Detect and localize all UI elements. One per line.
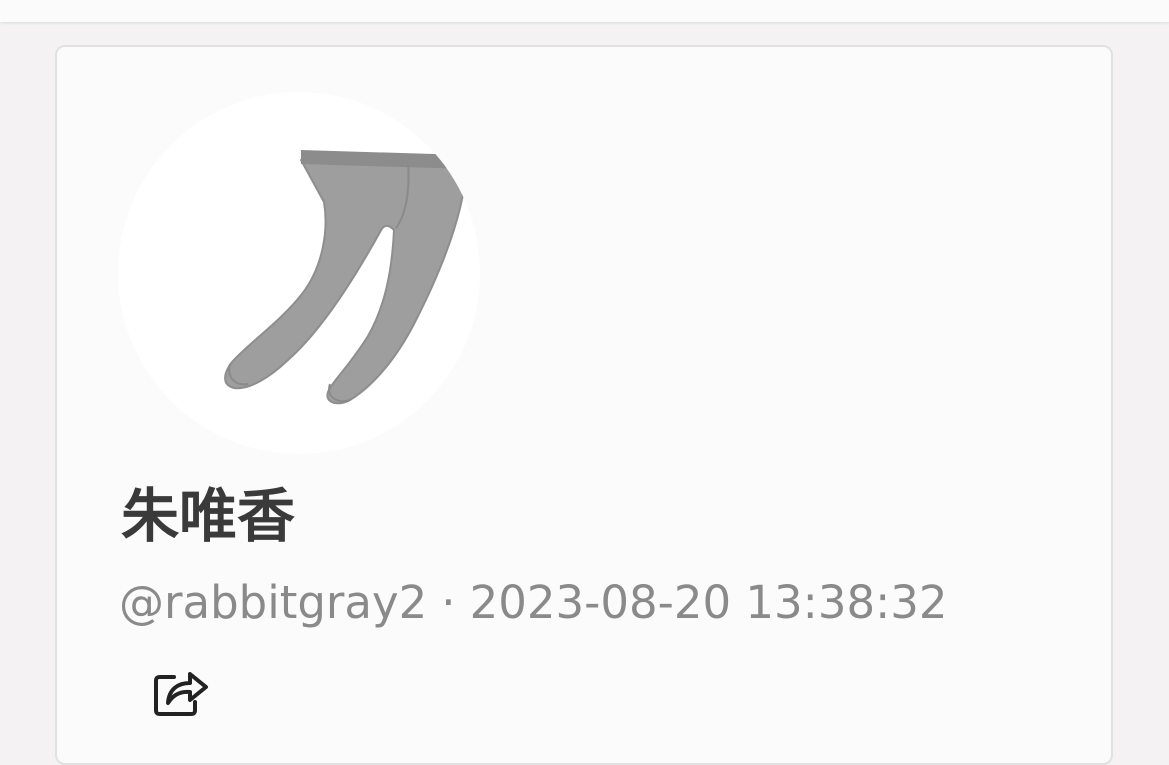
share-icon [154, 672, 208, 716]
author-name: 朱唯香 [121, 482, 296, 550]
tights-icon [224, 150, 468, 405]
meta-separator: · [441, 576, 456, 629]
top-bar [0, 0, 1169, 22]
post-meta: @rabbitgray2 · 2023-08-20 13:38:32 [119, 580, 948, 625]
share-button[interactable] [149, 662, 213, 720]
avatar[interactable] [118, 92, 480, 454]
author-handle[interactable]: @rabbitgray2 [119, 576, 427, 629]
post-timestamp: 2023-08-20 13:38:32 [469, 576, 948, 629]
post-card: 朱唯香 @rabbitgray2 · 2023-08-20 13:38:32 [55, 45, 1113, 765]
